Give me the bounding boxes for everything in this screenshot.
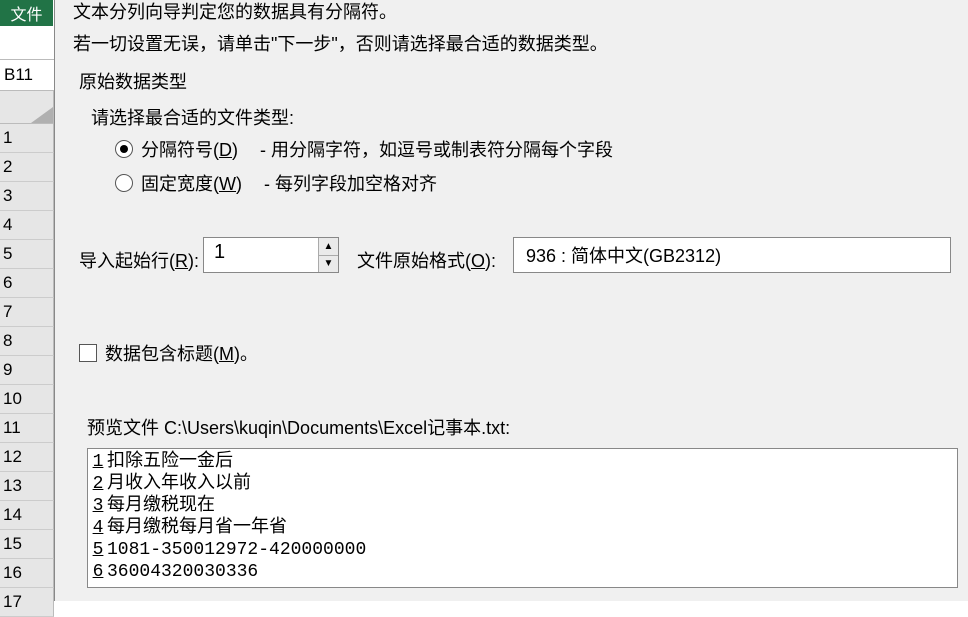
preview-row-number: 1 <box>90 451 106 473</box>
row-header[interactable]: 1 <box>0 124 54 153</box>
preview-row: 636004320030336 <box>90 561 957 583</box>
preview-row-number: 2 <box>90 473 106 495</box>
original-data-type-group: 原始数据类型 <box>79 68 187 94</box>
preview-row-text: 月收入年收入以前 <box>106 473 251 495</box>
start-row-label: 导入起始行(R): <box>79 247 199 273</box>
has-headers-label: 数据包含标题(M)。 <box>105 340 258 366</box>
row-header[interactable]: 2 <box>0 153 54 182</box>
has-headers-row[interactable]: 数据包含标题(M)。 <box>79 340 258 366</box>
preview-row-text: 1081-350012972-420000000 <box>106 539 366 561</box>
start-row-spinner[interactable]: 1 ▲ ▼ <box>203 237 339 273</box>
spinner-buttons: ▲ ▼ <box>318 238 338 272</box>
spinner-down[interactable]: ▼ <box>319 256 338 273</box>
row-header[interactable]: 15 <box>0 530 54 559</box>
name-box[interactable]: B11 <box>0 59 54 91</box>
text-import-wizard-dialog: 文本分列向导判定您的数据具有分隔符。 若一切设置无误，请单击"下一步"，否则请选… <box>54 0 968 601</box>
radio-delimited-row[interactable]: 分隔符号(D) - 用分隔字符，如逗号或制表符分隔每个字段 <box>115 136 613 162</box>
row-header[interactable]: 8 <box>0 327 54 356</box>
row-header[interactable]: 17 <box>0 588 54 617</box>
preview-file-label: 预览文件 C:\Users\kuqin\Documents\Excel记事本.t… <box>87 414 510 440</box>
start-row-value[interactable]: 1 <box>204 238 318 272</box>
preview-row-number: 6 <box>90 561 106 583</box>
has-headers-checkbox[interactable] <box>79 344 97 362</box>
radio-fixed-width[interactable] <box>115 174 133 192</box>
file-type-prompt: 请选择最合适的文件类型: <box>91 104 294 130</box>
row-header[interactable]: 10 <box>0 385 54 414</box>
row-header[interactable]: 12 <box>0 443 54 472</box>
file-origin-select[interactable]: 936 : 简体中文(GB2312) <box>513 237 951 273</box>
preview-row: 2月收入年收入以前 <box>90 473 957 495</box>
row-header[interactable]: 4 <box>0 211 54 240</box>
preview-row-text: 每月缴税每月省一年省 <box>106 517 287 539</box>
radio-fixed-width-row[interactable]: 固定宽度(W) - 每列字段加空格对齐 <box>115 170 437 196</box>
tab-file[interactable]: 文件 <box>0 0 53 26</box>
row-header[interactable]: 11 <box>0 414 54 443</box>
preview-row: 3每月缴税现在 <box>90 495 957 517</box>
row-header[interactable]: 13 <box>0 472 54 501</box>
radio-fixed-width-desc: - 每列字段加空格对齐 <box>264 170 437 196</box>
preview-row: 1扣除五险一金后 <box>90 451 957 473</box>
row-header[interactable]: 14 <box>0 501 54 530</box>
row-header[interactable]: 3 <box>0 182 54 211</box>
row-header[interactable]: 5 <box>0 240 54 269</box>
row-header[interactable]: 6 <box>0 269 54 298</box>
file-origin-label: 文件原始格式(O): <box>357 247 496 273</box>
preview-row-number: 5 <box>90 539 106 561</box>
wizard-detected-text: 文本分列向导判定您的数据具有分隔符。 <box>73 0 397 24</box>
select-all-triangle[interactable] <box>0 91 54 124</box>
preview-row: 51081-350012972-420000000 <box>90 539 957 561</box>
row-header[interactable]: 7 <box>0 298 54 327</box>
preview-row-number: 4 <box>90 517 106 539</box>
spinner-up[interactable]: ▲ <box>319 238 338 256</box>
preview-row-text: 扣除五险一金后 <box>106 451 233 473</box>
radio-delimited-label: 分隔符号(D) <box>141 136 238 162</box>
row-header[interactable]: 9 <box>0 356 54 385</box>
radio-delimited[interactable] <box>115 140 133 158</box>
row-header-column: 1234567891011121314151617 <box>0 91 54 617</box>
preview-row: 4每月缴税每月省一年省 <box>90 517 957 539</box>
preview-box: 1扣除五险一金后2月收入年收入以前3每月缴税现在4每月缴税每月省一年省51081… <box>87 448 958 588</box>
preview-row-text: 每月缴税现在 <box>106 495 215 517</box>
radio-fixed-width-label: 固定宽度(W) <box>141 170 242 196</box>
radio-delimited-desc: - 用分隔字符，如逗号或制表符分隔每个字段 <box>260 136 613 162</box>
row-header[interactable]: 16 <box>0 559 54 588</box>
preview-row-text: 36004320030336 <box>106 561 258 583</box>
preview-row-number: 3 <box>90 495 106 517</box>
wizard-instruction: 若一切设置无误，请单击"下一步"，否则请选择最合适的数据类型。 <box>73 30 608 56</box>
